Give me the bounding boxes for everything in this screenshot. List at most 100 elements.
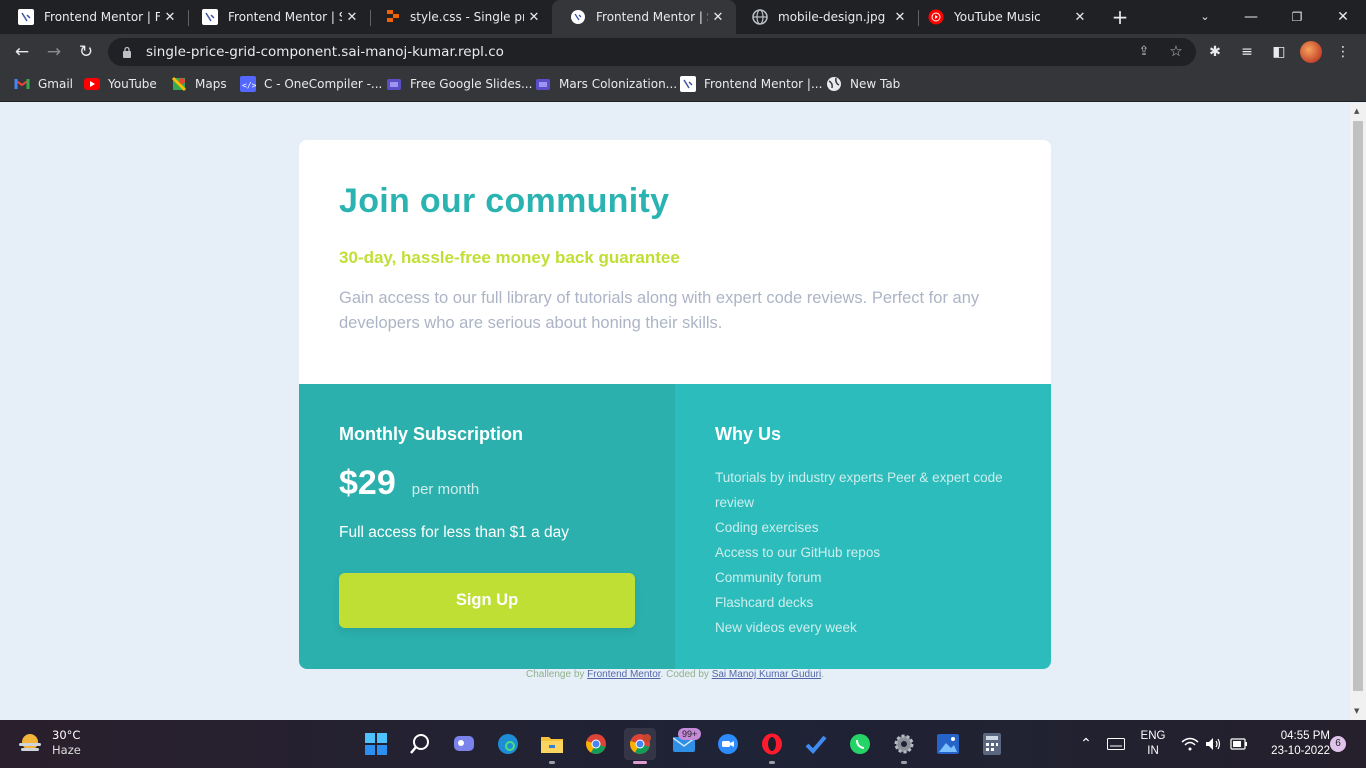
active-indicator: [633, 761, 647, 764]
attribution-footer: Challenge by Frontend Mentor. Coded by S…: [0, 669, 1350, 680]
url-text: single-price-grid-component.sai-manoj-ku…: [146, 44, 504, 60]
share-icon[interactable]: ⇪: [1136, 44, 1152, 60]
side-panel-icon[interactable]: ◧: [1270, 43, 1288, 61]
language-indicator[interactable]: ENG IN: [1134, 729, 1172, 759]
clock-time: 04:55 PM: [1280, 730, 1330, 742]
price-period: per month: [411, 481, 480, 498]
bookmark-onecompiler[interactable]: </> C - OneCompiler -...: [240, 70, 382, 98]
weather-widget[interactable]: 30°C Haze: [16, 728, 81, 758]
teams-chat-button[interactable]: [448, 728, 480, 760]
chrome-button[interactable]: [580, 728, 612, 760]
close-icon[interactable]: ✕: [890, 10, 910, 25]
close-window-button[interactable]: ✕: [1320, 0, 1366, 34]
bookmark-youtube[interactable]: YouTube: [84, 70, 157, 98]
tab-6[interactable]: YouTube Music ✕: [910, 0, 1098, 34]
onecompiler-icon: </>: [240, 76, 256, 92]
price-value: $29: [339, 464, 396, 502]
photos-button[interactable]: [932, 728, 964, 760]
tab-4-active[interactable]: Frontend Mentor | Sin ✕: [552, 0, 736, 34]
scroll-up-arrow-icon[interactable]: ▲: [1354, 107, 1359, 115]
whatsapp-icon: [850, 734, 870, 754]
opera-button[interactable]: [756, 728, 788, 764]
clock-date: 23-10-2022: [1271, 745, 1330, 757]
attribution-suffix: .: [821, 669, 824, 680]
volume-icon: [1206, 738, 1221, 750]
settings-button[interactable]: [888, 728, 920, 764]
notification-count-badge[interactable]: 6: [1330, 736, 1346, 752]
start-button[interactable]: [360, 728, 392, 760]
bookmark-frontend-mentor[interactable]: Frontend Mentor |...: [680, 70, 822, 98]
tab-title: Frontend Mentor | Fro: [44, 10, 160, 24]
author-link[interactable]: Sai Manoj Kumar Guduri: [712, 669, 822, 680]
bookmark-maps[interactable]: Maps: [171, 70, 227, 98]
keyboard-button[interactable]: [1100, 728, 1132, 760]
close-icon[interactable]: ✕: [524, 10, 544, 25]
attribution-prefix: Challenge by: [526, 669, 585, 680]
chevron-up-icon[interactable]: ⌃: [1070, 728, 1102, 760]
vertical-scrollbar[interactable]: ▲ ▼: [1350, 103, 1366, 720]
calculator-button[interactable]: [976, 728, 1008, 760]
chrome-profile-button[interactable]: [624, 728, 656, 764]
file-explorer-button[interactable]: [536, 728, 568, 764]
mail-unread-badge: 99+: [678, 728, 702, 740]
media-control-icon[interactable]: ≡: [1238, 43, 1256, 61]
bookmark-label: YouTube: [108, 77, 157, 91]
calculator-icon: [983, 733, 1001, 755]
bookmark-label: Mars Colonization...: [559, 77, 678, 91]
bookmark-gmail[interactable]: Gmail: [14, 70, 73, 98]
maps-icon: [171, 76, 187, 92]
clock[interactable]: 04:55 PM 23-10-2022: [1254, 729, 1330, 759]
windows-start-icon: [365, 733, 387, 755]
why-us-title: Why Us: [715, 424, 782, 444]
zoom-button[interactable]: [712, 728, 744, 760]
tab-title: YouTube Music: [954, 10, 1041, 24]
bookmark-star-icon[interactable]: ☆: [1168, 42, 1184, 60]
gmail-icon: [14, 76, 30, 92]
wifi-icon: [1181, 737, 1199, 751]
replit-favicon: [384, 9, 400, 25]
back-arrow-icon[interactable]: ←: [10, 40, 34, 64]
chrome-icon: [630, 734, 651, 754]
tab-title: style.css - Single price: [410, 10, 524, 24]
tab-search-icon[interactable]: ⌄: [1182, 0, 1228, 34]
bookmark-new-tab[interactable]: New Tab: [826, 70, 900, 98]
close-icon[interactable]: ✕: [160, 10, 180, 25]
minimize-button[interactable]: —: [1228, 0, 1274, 34]
restore-button[interactable]: ❐: [1274, 0, 1320, 34]
close-icon[interactable]: ✕: [1070, 10, 1090, 25]
tab-1[interactable]: Frontend Mentor | Fro ✕: [0, 0, 188, 34]
bookmark-slides-2[interactable]: Mars Colonization...: [535, 70, 677, 98]
new-tab-button[interactable]: +: [1108, 5, 1132, 29]
bookmark-slides-1[interactable]: Free Google Slides...: [386, 70, 532, 98]
forward-arrow-icon[interactable]: →: [42, 40, 66, 64]
frontend-mentor-favicon: [570, 9, 586, 25]
tab-title: Frontend Mentor | Sin: [228, 10, 342, 24]
community-section: Join our community 30-day, hassle-free m…: [299, 140, 1051, 384]
subscription-section: Monthly Subscription $29 per month Full …: [299, 384, 675, 669]
profile-avatar[interactable]: [1300, 41, 1322, 63]
search-button[interactable]: [404, 728, 436, 760]
address-bar[interactable]: single-price-grid-component.sai-manoj-ku…: [108, 38, 1196, 66]
checkmark-icon: [805, 735, 827, 754]
sign-up-button[interactable]: Sign Up: [339, 573, 635, 628]
tab-3[interactable]: style.css - Single price ✕: [366, 0, 552, 34]
extensions-icon[interactable]: ✱: [1206, 43, 1224, 61]
tab-2[interactable]: Frontend Mentor | Sin ✕: [184, 0, 370, 34]
slides-icon: [386, 76, 402, 92]
reload-icon[interactable]: ↻: [74, 40, 98, 64]
whatsapp-button[interactable]: [844, 728, 876, 760]
scroll-down-arrow-icon[interactable]: ▼: [1354, 707, 1359, 715]
todo-button[interactable]: [800, 728, 832, 760]
frontend-mentor-link[interactable]: Frontend Mentor: [587, 669, 660, 680]
tab-5[interactable]: mobile-design.jpg (37 ✕: [734, 0, 918, 34]
close-icon[interactable]: ✕: [708, 10, 728, 25]
more-menu-icon[interactable]: ⋮: [1334, 43, 1352, 61]
weather-condition: Haze: [52, 743, 81, 757]
close-icon[interactable]: ✕: [342, 10, 362, 25]
scrollbar-thumb[interactable]: [1353, 121, 1363, 691]
globe-icon: [826, 76, 842, 92]
weather-temp: 30°C: [52, 728, 81, 742]
edge-button[interactable]: [492, 728, 524, 760]
lock-icon: [120, 45, 134, 59]
battery-button[interactable]: [1222, 728, 1254, 760]
